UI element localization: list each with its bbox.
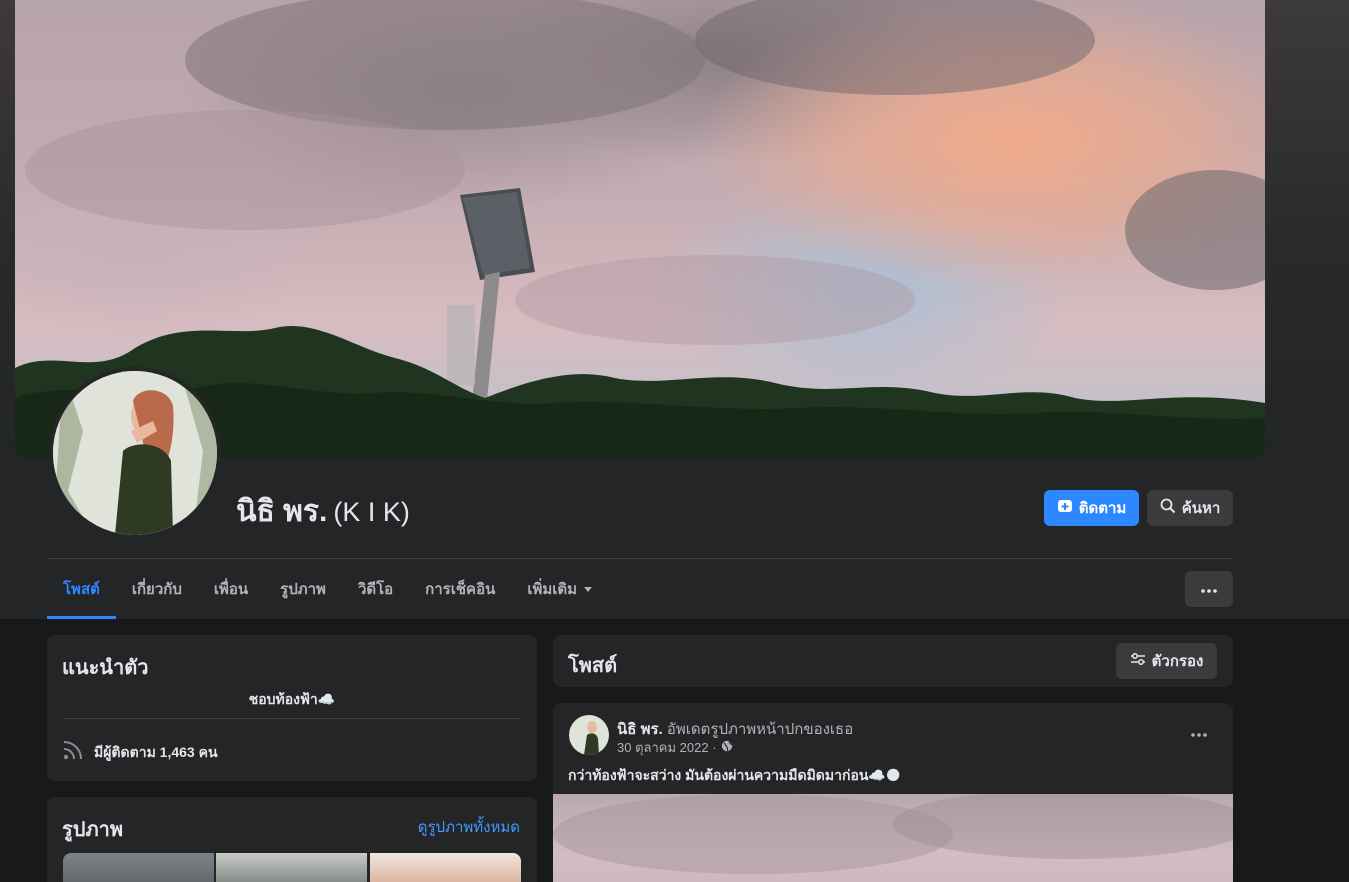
post-author-avatar[interactable] xyxy=(569,715,609,755)
post-image[interactable] xyxy=(553,789,1233,882)
intro-divider xyxy=(63,718,521,719)
cover-photo[interactable] xyxy=(15,0,1265,458)
follow-button[interactable]: ติดตาม xyxy=(1044,490,1139,526)
photo-thumbnail[interactable] xyxy=(216,853,367,882)
profile-alt-name: (K I K) xyxy=(333,497,410,527)
caret-down-icon xyxy=(583,581,593,598)
tab-about[interactable]: เกี่ยวกับ xyxy=(116,559,198,619)
tab-checkins[interactable]: การเช็คอิน xyxy=(409,559,511,619)
tab-label: เกี่ยวกับ xyxy=(131,581,182,598)
intro-card: แนะนำตัว ชอบท้องฟ้า☁️ มีผู้ติดตาม 1,463 … xyxy=(47,635,537,781)
post-date[interactable]: 30 ตุลาคม 2022 · xyxy=(617,737,717,758)
post-text: กว่าท้องฟ้าจะสว่าง มันต้องผ่านความมืดมิด… xyxy=(568,767,901,783)
post-options-button[interactable] xyxy=(1183,721,1215,745)
filter-button[interactable]: ตัวกรอง xyxy=(1116,643,1217,679)
rss-icon xyxy=(62,739,84,766)
post-meta: 30 ตุลาคม 2022 · xyxy=(617,737,733,758)
photo-thumbnail[interactable] xyxy=(370,853,521,882)
filter-icon xyxy=(1130,652,1146,670)
search-icon xyxy=(1160,498,1176,518)
ellipsis-icon xyxy=(1201,580,1217,598)
tab-posts[interactable]: โพสต์ xyxy=(47,559,116,619)
tab-label: เพิ่มเติม xyxy=(527,581,578,598)
ellipsis-icon xyxy=(1191,724,1207,742)
posts-header-card: โพสต์ ตัวกรอง xyxy=(553,635,1233,687)
photos-card: รูปภาพ ดูรูปภาพทั้งหมด xyxy=(47,797,537,882)
profile-display-name: นิธิ พร. xyxy=(236,495,328,528)
tab-videos[interactable]: วิดีโอ xyxy=(342,559,409,619)
avatar-figure xyxy=(53,371,217,535)
post-author-name[interactable]: นิธิ พร. xyxy=(617,721,663,738)
more-options-button[interactable] xyxy=(1185,571,1233,607)
photos-title: รูปภาพ xyxy=(62,819,124,841)
post-image-clouds xyxy=(553,789,1233,874)
tab-more[interactable]: เพิ่มเติม xyxy=(511,559,609,619)
tab-label: เพื่อน xyxy=(213,581,249,598)
follow-icon xyxy=(1057,498,1073,518)
follow-label: ติดตาม xyxy=(1078,500,1127,517)
avatar-image xyxy=(53,371,217,535)
profile-name: นิธิ พร. (K I K) xyxy=(236,488,410,535)
tab-label: รูปภาพ xyxy=(280,581,326,598)
post-avatar-figure xyxy=(584,721,599,755)
globe-icon xyxy=(721,740,733,755)
search-label: ค้นหา xyxy=(1181,500,1221,517)
tab-label: วิดีโอ xyxy=(357,581,394,598)
posts-title: โพสต์ xyxy=(568,655,618,677)
profile-avatar[interactable] xyxy=(49,367,221,539)
see-all-photos-link[interactable]: ดูรูปภาพทั้งหมด xyxy=(418,815,520,839)
tab-photos[interactable]: รูปภาพ xyxy=(264,559,342,619)
followers-count: มีผู้ติดตาม 1,463 คน xyxy=(94,744,218,760)
photo-thumbnail[interactable] xyxy=(63,853,214,882)
post-action-text: อัพเดตรูปภาพหน้าปกของเธอ xyxy=(666,721,854,738)
filter-label: ตัวกรอง xyxy=(1151,653,1204,670)
post-card: นิธิ พร. อัพเดตรูปภาพหน้าปกของเธอ 30 ตุล… xyxy=(553,703,1233,882)
intro-bio: ชอบท้องฟ้า☁️ xyxy=(248,691,336,707)
intro-title: แนะนำตัว xyxy=(62,657,149,679)
tab-label: การเช็คอิน xyxy=(425,581,496,598)
profile-tabs: โพสต์ เกี่ยวกับ เพื่อน รูปภาพ วิดีโอ การ… xyxy=(47,559,609,619)
tab-label: โพสต์ xyxy=(63,581,100,598)
tab-friends[interactable]: เพื่อน xyxy=(198,559,264,619)
search-button[interactable]: ค้นหา xyxy=(1147,490,1233,526)
